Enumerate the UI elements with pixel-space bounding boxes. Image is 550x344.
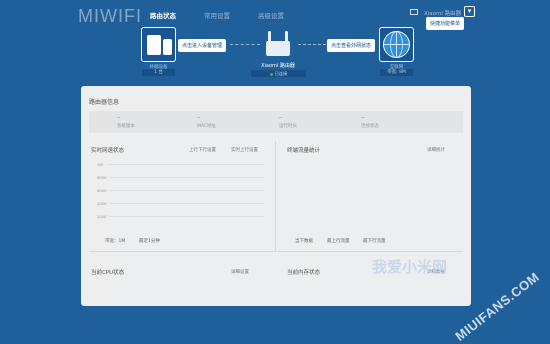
realtime-speed-chart: 1M 800K 600K 400K 200K: [97, 156, 265, 236]
traffic-footer-current: 当下数据: [295, 239, 313, 244]
info-value: --: [361, 115, 365, 121]
user-menu-button[interactable]: ▾: [464, 6, 475, 17]
devices-tooltip: 点击进入设备管理: [178, 39, 227, 52]
watermark-text: 我爱小米网: [372, 258, 448, 276]
internet-tooltip: 点击查看外网状态: [327, 39, 376, 52]
download-settings-link[interactable]: 实时上行设置: [231, 147, 258, 153]
info-value: --: [117, 115, 121, 121]
traffic-footer-upload: 最上行流量: [327, 239, 350, 244]
info-label: 连接状态: [361, 124, 379, 129]
tablet-icon: [147, 35, 161, 55]
router-info-row: -- 系统版本 -- MAC地址 -- 运行时长 -- 连接状态: [89, 111, 463, 133]
info-value: --: [197, 115, 201, 121]
info-cell: -- 连接状态: [361, 115, 441, 129]
router-status-text: 已连接: [274, 71, 288, 76]
mail-icon[interactable]: [410, 9, 418, 15]
internet-link-line: [298, 44, 326, 45]
memory-status-title: 当前内存状态: [287, 270, 321, 276]
upload-settings-link[interactable]: 上行下行设置: [189, 147, 216, 153]
internet-button[interactable]: [379, 27, 414, 62]
info-cell: -- 系统版本: [117, 115, 197, 129]
realtime-footer-range: 最近1分钟: [139, 239, 160, 244]
tab-advanced-settings[interactable]: 高级设置: [258, 10, 284, 31]
info-label: 系统版本: [117, 124, 135, 129]
info-cell: -- MAC地址: [197, 115, 277, 129]
user-name[interactable]: Xiaomi 路由器: [424, 9, 461, 17]
grid-line: [109, 203, 265, 204]
app-logo: MIWIFI: [78, 6, 142, 26]
devices-link-line: [230, 44, 260, 45]
y-tick-label: 400K: [97, 201, 107, 206]
cpu-status-title: 当前CPU状态: [91, 270, 125, 276]
panel-title: 路由器信息: [89, 99, 120, 106]
devices-button[interactable]: [141, 27, 176, 62]
info-label: 运行时长: [279, 124, 297, 129]
realtime-footer-bandwidth: 带宽：1M: [105, 239, 126, 244]
y-tick-label: 200K: [97, 214, 107, 219]
quick-setup-tooltip: 快捷功能菜单: [426, 17, 465, 30]
info-value: --: [279, 115, 283, 121]
y-tick-label: 1M: [97, 162, 103, 167]
info-cell: -- 运行时长: [279, 115, 359, 129]
y-tick-label: 800K: [97, 175, 107, 180]
grid-line: [109, 216, 265, 217]
grid-line: [109, 190, 265, 191]
internet-bandwidth: 带宽: 8M: [380, 69, 413, 76]
tab-common-settings[interactable]: 常用设置: [204, 10, 230, 31]
router-body: [266, 41, 290, 56]
grid-line: [109, 164, 265, 165]
devices-count: 1 台: [142, 69, 175, 76]
phone-icon: [163, 39, 172, 55]
card-divider: [275, 141, 276, 251]
router-model: Xiaomi 路由器: [261, 63, 295, 69]
traffic-stats-title: 终端流量统计: [287, 148, 321, 154]
y-tick-label: 600K: [97, 188, 107, 193]
router-status: 已连接: [251, 70, 306, 77]
grid-line: [109, 177, 265, 178]
cpu-settings-link[interactable]: 详细设置: [231, 269, 249, 275]
realtime-speed-title: 实时网速状态: [91, 148, 125, 154]
traffic-footer-download: 最下行流量: [363, 239, 386, 244]
info-label: MAC地址: [197, 124, 217, 129]
globe-icon: [383, 31, 410, 58]
online-dot-icon: [269, 72, 273, 76]
traffic-detail-link[interactable]: 详细统计: [427, 147, 445, 153]
section-divider: [89, 251, 463, 252]
router-icon[interactable]: [263, 31, 293, 57]
